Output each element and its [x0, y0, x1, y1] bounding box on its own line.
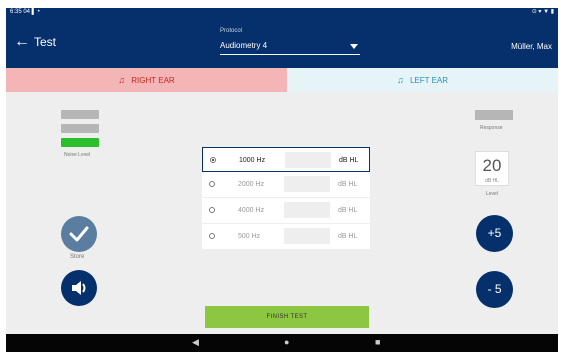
- protocol-value: Audiometry 4: [220, 41, 268, 50]
- nav-home-icon[interactable]: ●: [284, 337, 289, 347]
- frequency-value: 1000 Hz: [239, 157, 266, 164]
- app-window: 6:35 04 ▌ • ⊙ ▾ ▼ ▮ ← Test Protocol Audi…: [6, 8, 558, 352]
- frequency-list: 1000 Hz dB HL 2000 Hz dB HL 4000 Hz dB H…: [202, 147, 370, 250]
- level-value: 20: [482, 156, 502, 175]
- frequency-row[interactable]: 500 Hz dB HL: [202, 224, 370, 250]
- ear-tabs: ♫ RIGHT EAR ♫ LEFT EAR: [6, 68, 558, 92]
- db-input[interactable]: [284, 228, 330, 244]
- frequency-row[interactable]: 4000 Hz dB HL: [202, 198, 370, 224]
- response-indicator: [475, 110, 513, 120]
- db-unit: dB HL: [338, 233, 358, 240]
- radio[interactable]: [209, 181, 215, 187]
- page-title: Test: [34, 35, 57, 49]
- noise-level-label: Noise Level: [64, 152, 91, 158]
- noise-meter-bar-active: [61, 138, 99, 147]
- radio[interactable]: [209, 207, 215, 213]
- db-unit: dB HL: [338, 207, 358, 214]
- frequency-value: 2000 Hz: [238, 181, 265, 188]
- tab-right-ear-label: RIGHT EAR: [131, 76, 175, 85]
- level-display: 20 dB HL: [475, 151, 509, 186]
- status-left: 6:35 04 ▌ •: [10, 9, 40, 15]
- speaker-icon: [72, 281, 86, 295]
- store-label: Store: [70, 254, 85, 260]
- minus-5-button[interactable]: - 5: [476, 271, 513, 308]
- db-unit: dB HL: [338, 181, 358, 188]
- protocol-dropdown[interactable]: Audiometry 4: [220, 38, 360, 55]
- finish-test-button[interactable]: FINISH TEST: [205, 306, 369, 328]
- radio[interactable]: [209, 233, 215, 239]
- db-unit: dB HL: [339, 157, 359, 164]
- frequency-value: 500 Hz: [238, 233, 261, 240]
- response-label: Response: [480, 125, 503, 131]
- plus-5-button[interactable]: +5: [476, 215, 513, 252]
- check-icon: [69, 226, 89, 242]
- frequency-row[interactable]: 2000 Hz dB HL: [202, 172, 370, 198]
- tab-left-ear-label: LEFT EAR: [409, 76, 449, 85]
- tab-left-ear[interactable]: ♫ LEFT EAR: [287, 68, 558, 92]
- level-unit: dB HL: [485, 178, 499, 184]
- back-arrow-icon[interactable]: ←: [14, 34, 30, 50]
- app-bar: ← Test Protocol Audiometry 4 Müller, Max: [6, 16, 558, 68]
- test-panel: Noise Level 1000 Hz dB HL 2000 Hz dB HL …: [6, 92, 558, 332]
- user-name: Müller, Max: [511, 42, 552, 51]
- db-input[interactable]: [284, 176, 330, 192]
- ear-icon: ♫: [396, 75, 404, 85]
- protocol-label: Protocol: [220, 28, 243, 34]
- play-tone-button[interactable]: [61, 270, 97, 306]
- android-nav-bar: ◀ ● ■: [6, 334, 558, 352]
- status-bar: 6:35 04 ▌ • ⊙ ▾ ▼ ▮: [6, 8, 558, 16]
- radio-selected[interactable]: [210, 157, 216, 163]
- tab-right-ear[interactable]: ♫ RIGHT EAR: [6, 68, 287, 92]
- frequency-value: 4000 Hz: [238, 207, 265, 214]
- store-button[interactable]: [61, 216, 97, 252]
- noise-meter-bar: [61, 124, 99, 133]
- nav-back-icon[interactable]: ◀: [192, 337, 199, 348]
- ear-icon: ♫: [118, 75, 126, 85]
- status-right: ⊙ ▾ ▼ ▮: [531, 9, 554, 15]
- db-input[interactable]: [284, 202, 330, 218]
- db-input[interactable]: [285, 152, 331, 168]
- noise-meter-bar: [61, 110, 99, 119]
- level-label: Level: [486, 191, 498, 197]
- chevron-down-icon: [350, 44, 358, 49]
- frequency-row[interactable]: 1000 Hz dB HL: [202, 147, 370, 172]
- nav-recent-icon[interactable]: ■: [375, 337, 380, 347]
